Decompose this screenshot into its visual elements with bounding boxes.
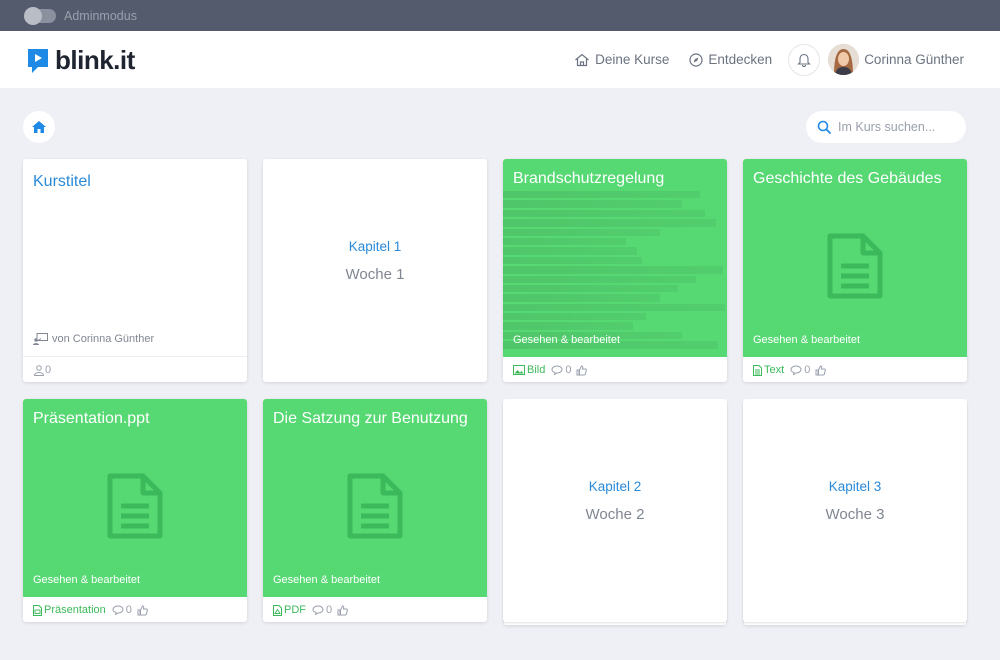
home-icon <box>32 121 46 133</box>
comments-count: 0 <box>125 604 132 616</box>
search-input[interactable] <box>838 120 958 134</box>
document-icon <box>827 233 883 299</box>
course-author-text: von Corinna Günther <box>52 333 155 345</box>
item-type: PDF <box>273 604 306 616</box>
item-footer: Bild 0 <box>513 364 588 376</box>
teacher-icon <box>33 333 48 345</box>
item-type: Text <box>753 364 784 376</box>
main-nav: Deine Kurse Entdecken Corinna Günther <box>554 31 964 88</box>
item-type-label: Präsentation <box>44 604 106 616</box>
comments[interactable]: 0 <box>790 364 810 376</box>
logo[interactable]: blink.it <box>27 45 135 76</box>
admin-mode-label: Adminmodus <box>64 8 137 23</box>
course-search[interactable] <box>806 111 966 143</box>
toggle-knob <box>24 6 42 25</box>
like-button[interactable] <box>337 604 348 616</box>
item-status: Gesehen & bearbeitet <box>33 574 141 586</box>
item-title: Präsentation.ppt <box>33 410 150 427</box>
thumbs-up-icon <box>337 604 348 615</box>
logo-icon <box>28 48 48 73</box>
nav-your-courses-label: Deine Kurse <box>595 52 670 67</box>
comment-icon <box>551 365 563 375</box>
week-label: Woche 3 <box>825 506 885 523</box>
chapter-label: Kapitel 2 <box>588 479 642 494</box>
course-card[interactable]: Kurstitel von Corinna Günther 0 <box>23 159 247 382</box>
item-card-geschichte[interactable]: Geschichte des Gebäudes Gesehen & bearbe… <box>743 159 967 382</box>
avatar-image <box>828 44 860 75</box>
image-icon <box>513 365 525 375</box>
chapter-card-2[interactable]: Kapitel 2 Woche 2 <box>503 399 727 622</box>
like-button[interactable] <box>137 604 148 616</box>
like-button[interactable] <box>815 364 827 376</box>
divider <box>23 356 247 357</box>
like-button[interactable] <box>576 364 588 376</box>
card-preview <box>503 159 727 357</box>
item-title: Die Satzung zur Benutzung <box>273 410 468 427</box>
item-type-label: PDF <box>284 604 306 616</box>
nav-your-courses[interactable]: Deine Kurse <box>574 52 669 67</box>
participants-icon <box>33 364 45 376</box>
item-type: Bild <box>513 364 545 376</box>
compass-icon <box>689 52 703 67</box>
item-status: Gesehen & bearbeitet <box>753 334 861 346</box>
user-name[interactable]: Corinna Günther <box>864 52 964 67</box>
document-icon <box>347 473 403 539</box>
document-icon <box>107 473 163 539</box>
chapter-label: Kapitel 3 <box>828 479 882 494</box>
comments[interactable]: 0 <box>312 604 332 616</box>
house-icon <box>575 53 589 66</box>
home-button[interactable] <box>23 111 55 143</box>
item-card-brandschutz[interactable]: Brandschutzregelung Gesehen & bearbeitet… <box>503 159 727 382</box>
thumbs-up-icon <box>137 604 148 615</box>
chapter-label: Kapitel 1 <box>348 239 402 254</box>
week-label: Woche 2 <box>585 506 645 523</box>
comments-count: 0 <box>804 364 811 376</box>
logo-text: blink.it <box>55 45 135 75</box>
course-title: Kurstitel <box>33 173 91 190</box>
thumbs-up-icon <box>815 364 827 375</box>
pdf-icon <box>273 604 282 616</box>
item-type: Präsentation <box>33 604 106 616</box>
item-title: Geschichte des Gebäudes <box>753 170 942 187</box>
course-author: von Corinna Günther <box>33 333 154 345</box>
search-icon <box>817 120 831 134</box>
bell-icon <box>797 53 812 67</box>
chapter-card-3[interactable]: Kapitel 3 Woche 3 <box>743 399 967 622</box>
item-footer: PDF 0 <box>273 604 348 616</box>
text-file-icon <box>753 364 762 376</box>
item-footer: Text 0 <box>753 364 827 376</box>
comments[interactable]: 0 <box>112 604 132 616</box>
comment-icon <box>790 365 802 375</box>
item-card-praesentation[interactable]: Präsentation.ppt Gesehen & bearbeitet Pr… <box>23 399 247 622</box>
item-card-satzung[interactable]: Die Satzung zur Benutzung Gesehen & bear… <box>263 399 487 622</box>
user-avatar[interactable] <box>828 44 860 75</box>
item-title: Brandschutzregelung <box>513 170 665 187</box>
nav-discover-label: Entdecken <box>708 52 773 67</box>
thumbs-up-icon <box>576 364 588 375</box>
item-status: Gesehen & bearbeitet <box>513 334 621 346</box>
admin-bar: Adminmodus <box>0 0 1000 31</box>
notifications-button[interactable] <box>788 43 821 76</box>
nav-discover[interactable]: Entdecken <box>689 52 772 67</box>
comments-count: 0 <box>565 364 572 376</box>
week-label: Woche 1 <box>345 266 405 283</box>
item-footer: Präsentation 0 <box>33 604 148 616</box>
header: blink.it Deine Kurse Entdecken Corinna G… <box>0 31 1000 88</box>
document-preview-thumbnail <box>503 189 727 354</box>
comments[interactable]: 0 <box>551 364 571 376</box>
course-footer: 0 <box>33 364 51 376</box>
comment-icon <box>312 605 324 615</box>
comments-count: 0 <box>326 604 333 616</box>
item-type-label: Bild <box>527 364 546 376</box>
presentation-icon <box>33 604 42 616</box>
item-type-label: Text <box>764 364 785 376</box>
item-status: Gesehen & bearbeitet <box>273 574 381 586</box>
comment-icon <box>112 605 124 615</box>
admin-mode-toggle[interactable] <box>24 6 56 25</box>
participants-count: 0 <box>45 364 52 376</box>
chapter-card-1[interactable]: Kapitel 1 Woche 1 <box>263 159 487 382</box>
